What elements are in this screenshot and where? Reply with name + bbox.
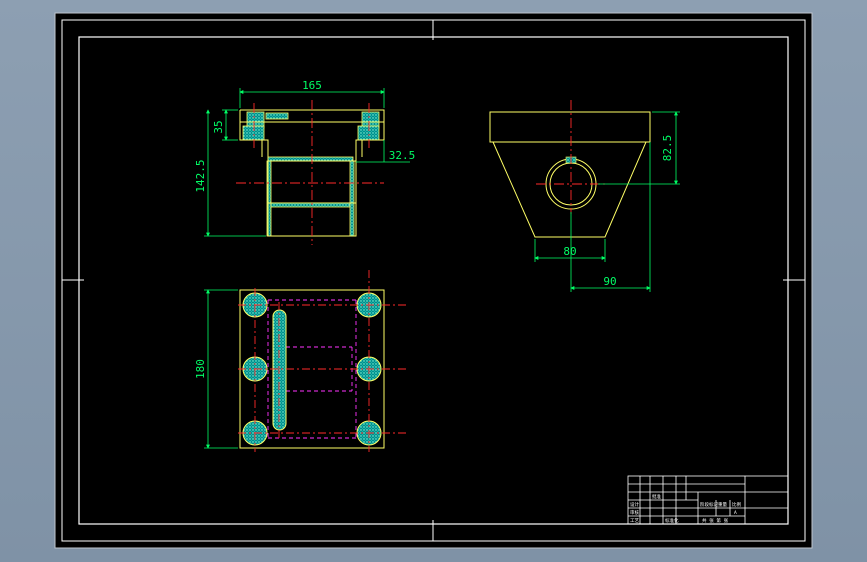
dim-top-width: 165	[302, 79, 322, 92]
cad-drawing: 165 35 142.5 32.5 82.5 80 90 180 设计 审核 工…	[54, 12, 813, 549]
plan-slot	[272, 309, 287, 431]
dim-offset: 90	[603, 275, 616, 288]
tb-label-3: 工艺	[630, 518, 639, 524]
tb-stage-mark: 阶段标记	[700, 501, 718, 508]
dim-total-height: 142.5	[194, 159, 207, 192]
tb-sheet: 共 张 第 张	[702, 517, 729, 524]
dim-plan-length: 180	[194, 359, 207, 379]
dim-bottom-width: 80	[563, 245, 576, 258]
dim-flange-height: 35	[212, 120, 225, 133]
tb-code-mark: A	[734, 510, 737, 516]
dim-side-height: 82.5	[661, 135, 674, 162]
tb-label-1: 设计	[630, 501, 639, 508]
tb-weight: 重量	[718, 501, 727, 508]
drawing-canvas	[54, 12, 813, 549]
tb-label-5: 批准	[652, 493, 661, 500]
tb-label-4: 标准化	[665, 517, 679, 524]
dim-step-depth: 32.5	[389, 149, 416, 162]
tb-scale: 比例	[732, 501, 741, 508]
tb-label-2: 审核	[630, 509, 639, 516]
